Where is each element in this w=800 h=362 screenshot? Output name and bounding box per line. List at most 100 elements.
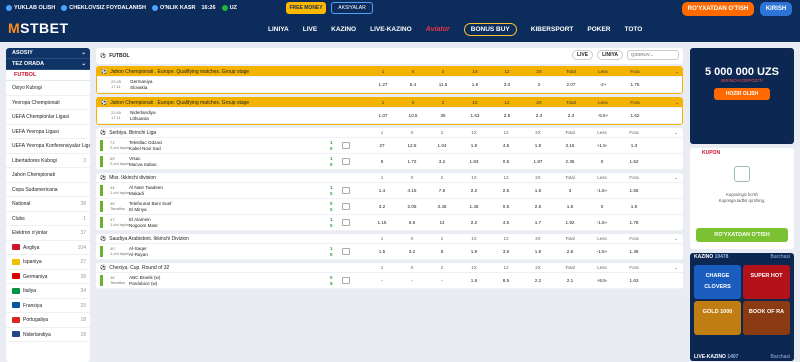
casino-game-tile[interactable]: BOOK OF RA xyxy=(743,301,790,335)
odds-cell[interactable]: 2.3 xyxy=(529,113,549,118)
group-header[interactable]: ⚽ Serbiya. Birinchi Liga 1 X 2 1X 12 2X Total Les… xyxy=(96,128,683,138)
odds-cell[interactable]: 1.72 xyxy=(402,159,422,164)
odds-cell[interactable]: 1.4 xyxy=(372,188,392,193)
event-teams[interactable]: Al Nasr Taadeen Makadi xyxy=(129,185,163,196)
unlimited-link[interactable]: CHEKLOVSIZ FOYDALANISH xyxy=(61,5,146,11)
odds-cell[interactable]: 1.8 xyxy=(560,204,580,209)
odds-cell[interactable]: 7.6 xyxy=(432,188,452,193)
search-input[interactable]: QIDIRUV... xyxy=(627,50,679,60)
odds-cell[interactable]: 2.3 xyxy=(561,113,581,118)
casino-game-tile[interactable]: CHARGE CLOVERS xyxy=(694,265,741,299)
odds-cell[interactable]: 3.2 xyxy=(402,249,422,254)
odds-cell[interactable]: 8 xyxy=(432,249,452,254)
sidebar-item[interactable]: Libertadores Kubogi 3 xyxy=(6,154,90,168)
odds-cell[interactable]: 2.5 xyxy=(496,188,516,193)
group-header[interactable]: ⚽ Chexiya. Cup. Round of 32 1 X 2 1X 12 2X Total… xyxy=(96,263,683,273)
sidebar-item[interactable]: Italiya 34 xyxy=(6,284,90,299)
chevron-down-icon[interactable]: ⌄ xyxy=(666,130,683,136)
sidebar-futbol[interactable]: FUTBOL xyxy=(6,70,90,81)
promotions-button[interactable]: AKSIYALAR xyxy=(331,2,373,14)
odds-cell[interactable]: 2.2 xyxy=(464,220,484,225)
stats-icon[interactable] xyxy=(342,158,350,165)
nav-bonus-buy[interactable]: BONUS BUY xyxy=(463,23,517,36)
odds-cell[interactable]: 0 xyxy=(592,204,612,209)
nav-poker[interactable]: POKER xyxy=(587,26,610,33)
odds-cell[interactable]: 0 xyxy=(592,159,612,164)
group-header[interactable]: ⚽ Jahon Chempionati . Europe. Qualifying … xyxy=(97,98,682,108)
odds-cell[interactable]: - xyxy=(372,278,392,283)
stats-icon[interactable] xyxy=(342,248,350,255)
odds-format[interactable]: O'NLIK KASR xyxy=(151,5,195,11)
odds-cell[interactable]: 2 xyxy=(529,82,549,87)
odds-cell[interactable]: -1.5+ xyxy=(592,220,612,225)
odds-cell[interactable]: 1.63 xyxy=(624,278,644,283)
sidebar-item[interactable]: UEFA Chempionlar Ligasi xyxy=(6,110,90,125)
logo[interactable]: MSTBET xyxy=(8,20,69,36)
casino-game-tile[interactable]: GOLD 1000 xyxy=(694,301,741,335)
odds-cell[interactable]: 1.62 xyxy=(625,113,645,118)
odds-cell[interactable]: 1.83 xyxy=(464,159,484,164)
event-teams[interactable]: Telefounat Bani Suef El Minya xyxy=(129,201,171,212)
event-row[interactable]: 46' Tanaffus ABC Branik (w) Pardubice (w) 0 5… xyxy=(96,273,683,289)
sidebar-item[interactable]: Yevropa Chempionati xyxy=(6,96,90,110)
odds-cell[interactable]: -1.5+ xyxy=(592,188,612,193)
sidebar-item[interactable]: UEFA Yevropa Ligasi xyxy=(6,125,90,139)
odds-cell[interactable]: 0.5 xyxy=(496,204,516,209)
group-header[interactable]: ⚽ Saudiya Arabistoni. Ikkinchi Divizion 1 X… xyxy=(96,234,683,244)
odds-cell[interactable]: 1.87 xyxy=(528,159,548,164)
odds-cell[interactable]: -2+ xyxy=(593,82,613,87)
odds-cell[interactable]: 4.5 xyxy=(496,143,516,148)
promo-button[interactable]: HOZIR OLISH xyxy=(714,88,770,100)
casino-all-link[interactable]: Barchasi xyxy=(771,253,790,262)
sidebar-item[interactable]: Ispaniya 27 xyxy=(6,255,90,270)
nav-live-kazino[interactable]: LIVE-KAZINO xyxy=(370,26,412,33)
odds-cell[interactable]: 10.5 xyxy=(403,113,423,118)
sidebar-item[interactable]: UEFA Yevropa Konferensiyalar Ligasi xyxy=(6,139,90,154)
odds-cell[interactable]: 1.27 xyxy=(373,82,393,87)
register-button[interactable]: RO'YXATDAN O'TISH xyxy=(682,2,754,16)
odds-cell[interactable]: 3.0 xyxy=(497,82,517,87)
nav-live[interactable]: LIVE xyxy=(303,26,317,33)
odds-cell[interactable]: 1.78 xyxy=(624,220,644,225)
event-teams[interactable]: El Alamein Nogoom Masr xyxy=(129,217,158,228)
tab-liniya[interactable]: LINIYA xyxy=(597,50,623,60)
odds-cell[interactable]: 1.3 xyxy=(624,143,644,148)
odds-cell[interactable]: 5 xyxy=(372,159,392,164)
odds-cell[interactable]: 1.5 xyxy=(372,249,392,254)
odds-cell[interactable]: 1.9 xyxy=(464,143,484,148)
event-teams[interactable]: Germaniya Slovakia xyxy=(130,79,152,90)
sidebar-tez-orada[interactable]: TEZ ORADA ⌄ xyxy=(6,59,90,70)
event-teams[interactable]: Al-Saqer Al-Rayan xyxy=(129,246,148,257)
odds-cell[interactable]: 2.35 xyxy=(560,159,580,164)
odds-cell[interactable]: 1.6 xyxy=(465,82,485,87)
group-header[interactable]: ⚽ Misr. Ikkinchi division 1 X 2 1X 12 2X Total Le… xyxy=(96,173,683,183)
login-button[interactable]: KIRISH xyxy=(760,2,792,16)
tab-live[interactable]: LIVE xyxy=(571,50,594,60)
odds-cell[interactable]: 2.1 xyxy=(560,278,580,283)
odds-cell[interactable]: 1.9 xyxy=(624,204,644,209)
odds-cell[interactable]: 0.5 xyxy=(496,159,516,164)
odds-cell[interactable]: 1.92 xyxy=(560,220,580,225)
sidebar-item[interactable]: Jahon Chempionati xyxy=(6,168,90,183)
odds-cell[interactable]: 3.5 xyxy=(497,113,517,118)
odds-cell[interactable]: - xyxy=(402,278,422,283)
event-row[interactable]: 45' Tanaffus Telefounat Bani Suef El Minya 0… xyxy=(96,199,683,215)
sidebar-item[interactable]: Germaniya 28 xyxy=(6,270,90,284)
nav-aviator[interactable]: Aviator xyxy=(426,26,450,33)
sidebar-item[interactable]: National 38 xyxy=(6,197,90,212)
odds-cell[interactable]: 12.5 xyxy=(402,143,422,148)
odds-cell[interactable]: 3 xyxy=(560,188,580,193)
event-row[interactable]: 44' 1-chi tayim Al Nasr Taadeen Makadi 1 0 1.4… xyxy=(96,183,683,199)
odds-cell[interactable]: 1.63 xyxy=(465,113,485,118)
odds-cell[interactable]: 3.2 xyxy=(372,204,392,209)
odds-cell[interactable]: 14 xyxy=(432,220,452,225)
chevron-down-icon[interactable]: ⌄ xyxy=(666,236,683,242)
sidebar-item[interactable]: Copa Sudamericana xyxy=(6,183,90,197)
event-teams[interactable]: Tekstilac Odzaci Kabel Novi Sad xyxy=(129,140,162,151)
odds-cell[interactable]: 1.6 xyxy=(528,188,548,193)
sidebar-item[interactable]: Portugaliya 18 xyxy=(6,313,90,328)
odds-cell[interactable]: 1.04 xyxy=(432,143,452,148)
casino-game-tile[interactable]: SUPER HOT xyxy=(743,265,790,299)
odds-cell[interactable]: 1.6 xyxy=(464,278,484,283)
odds-cell[interactable]: -1.5+ xyxy=(592,249,612,254)
